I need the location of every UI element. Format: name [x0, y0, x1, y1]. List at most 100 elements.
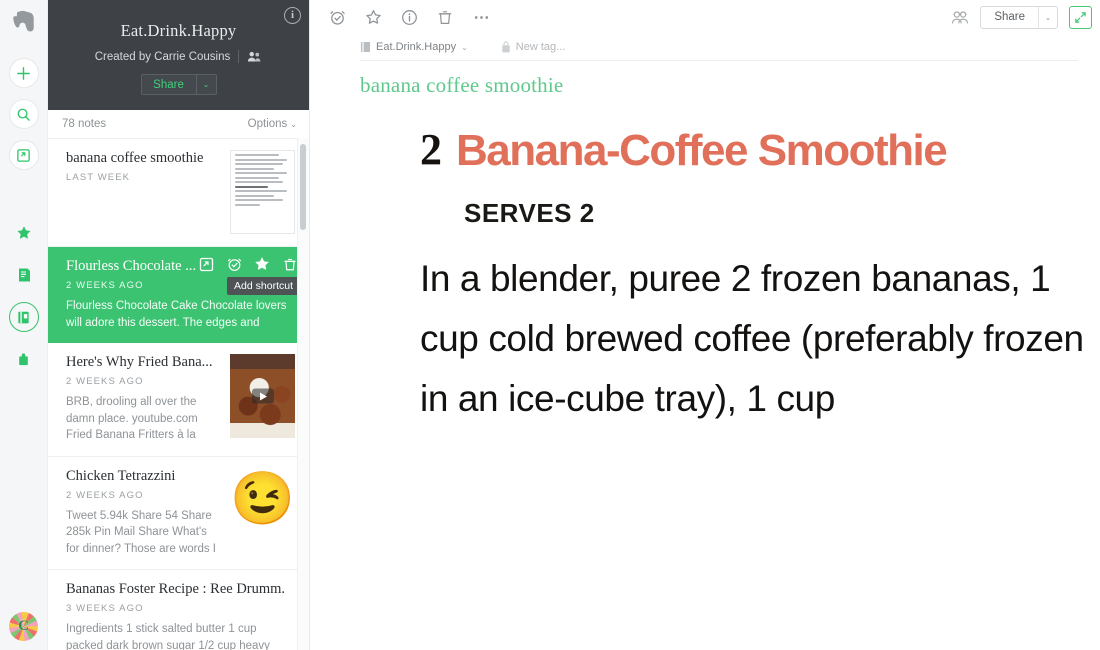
evernote-elephant-logo[interactable] — [9, 7, 39, 37]
notebook-share-button[interactable]: Share ⌄ — [140, 74, 217, 95]
note-snippet: BRB, drooling all over the damn place. y… — [66, 396, 198, 441]
note-list-scrollbar-track[interactable] — [297, 138, 309, 650]
note-title: Here's Why Fried Bana... — [66, 354, 213, 370]
note-meta-row: Eat.Drink.Happy ⌄ New tag... — [310, 34, 1100, 60]
info-button[interactable] — [400, 8, 418, 26]
search-button[interactable] — [8, 99, 39, 129]
list-item[interactable]: banana coffee smoothie LAST WEEK — [48, 138, 309, 247]
options-button[interactable]: Options ⌄ — [248, 118, 297, 130]
left-rail: C — [0, 0, 48, 650]
new-note-button[interactable] — [8, 58, 39, 88]
toolbar-right-group: Share ⌄ — [951, 5, 1092, 29]
notebook-name: Eat.Drink.Happy — [376, 41, 457, 53]
chevron-down-icon: ⌄ — [290, 119, 297, 129]
note-list-column: i Eat.Drink.Happy Created by Carrie Cous… — [48, 0, 310, 650]
list-item[interactable]: Here's Why Fried Bana... 2 WEEKS AGO BRB… — [48, 343, 309, 457]
reminder-button[interactable] — [328, 8, 346, 26]
note-date: 2 WEEKS AGO — [66, 489, 144, 501]
star-outline-icon — [365, 9, 381, 24]
tag-placeholder: New tag... — [515, 41, 566, 53]
note-list-scrollbar-thumb[interactable] — [300, 144, 306, 230]
note-thumbnail: 😉 — [230, 467, 295, 530]
alarm-clock-icon — [227, 258, 241, 271]
note-date: LAST WEEK — [66, 172, 131, 183]
recipe-heading: Banana-Coffee Smoothie — [456, 126, 948, 175]
people-icon[interactable] — [247, 51, 262, 63]
note-snippet: Tweet 5.94k Share 54 Share 285k Pin Mail… — [66, 509, 217, 555]
page-title[interactable]: banana coffee smoothie — [310, 61, 1100, 98]
notebook-selector[interactable]: Eat.Drink.Happy ⌄ — [360, 41, 468, 53]
user-avatar[interactable]: C — [9, 612, 38, 641]
sidebar-item-notebooks[interactable] — [8, 302, 39, 332]
note-title: Bananas Foster Recipe : Ree Drumm. — [66, 581, 286, 597]
note-actions — [198, 256, 298, 272]
note-snippet: Ingredients 1 stick salted butter 1 cup … — [66, 623, 270, 650]
notebook-icon — [360, 41, 371, 53]
expand-button[interactable] — [1069, 5, 1092, 29]
notebook-creator: Created by Carrie Cousins — [48, 50, 309, 63]
work-chat-icon — [952, 10, 969, 23]
search-icon — [17, 108, 30, 121]
info-circle-icon — [401, 9, 417, 25]
note-thumbnail — [230, 150, 295, 234]
sidebar-item-tags[interactable] — [9, 344, 39, 374]
info-icon[interactable]: i — [284, 7, 301, 24]
add-shortcut-action[interactable] — [254, 256, 270, 272]
note-thumbnail — [230, 354, 295, 438]
text-thumbnail — [231, 151, 294, 211]
notebook-share-label: Share — [153, 78, 184, 91]
notebook-header: i Eat.Drink.Happy Created by Carrie Cous… — [48, 0, 309, 110]
note-date: 2 WEEKS AGO — [66, 376, 144, 387]
favorite-button[interactable] — [364, 8, 382, 26]
clip-icon — [17, 148, 30, 162]
list-item[interactable]: Flourless Chocolate ... 2 WEEKS AGO Flou… — [48, 247, 309, 343]
recipe-instructions: In a blender, puree 2 frozen bananas, 1 … — [420, 258, 1084, 419]
open-in-new-window-action[interactable] — [198, 256, 214, 272]
star-icon — [255, 257, 269, 270]
notebook-creator-label: Created by Carrie Cousins — [94, 50, 231, 63]
note-editor-pane: Share ⌄ Eat.Drink.Happy ⌄ New tag... ban… — [310, 0, 1100, 650]
chevron-down-icon[interactable]: ⌄ — [1038, 6, 1057, 28]
add-shortcut-tooltip: Add shortcut — [227, 277, 300, 295]
trash-icon — [284, 258, 296, 270]
chevron-down-icon: ⌄ — [461, 42, 468, 52]
delete-button[interactable] — [436, 8, 454, 26]
expand-icon — [1075, 11, 1086, 23]
evernote-app-window: C i Eat.Drink.Happy Created by Carrie Co… — [0, 0, 1100, 650]
recipe-heading-row: 2 Banana-Coffee Smoothie — [420, 126, 1100, 176]
note-list-toolbar: 78 notes Options ⌄ — [48, 110, 309, 138]
divider — [238, 50, 240, 63]
plus-icon — [17, 66, 30, 80]
recipe-serves: SERVES 2 — [464, 198, 595, 228]
notebook-icon — [18, 311, 29, 323]
share-button[interactable]: Share ⌄ — [980, 5, 1058, 29]
recipe-number: 2 — [420, 125, 442, 174]
recipe-image: 2 Banana-Coffee Smoothie SERVES 2 In a b… — [310, 126, 1100, 429]
share-label: Share — [994, 10, 1025, 23]
ellipsis-icon — [474, 15, 488, 19]
star-icon — [17, 226, 30, 239]
add-tag-input[interactable]: New tag... — [501, 41, 566, 53]
tag-icon — [19, 353, 28, 365]
chevron-down-icon[interactable]: ⌄ — [195, 75, 216, 94]
tag-icon — [502, 41, 510, 53]
more-button[interactable] — [472, 8, 490, 26]
note-list-scroll-area[interactable]: banana coffee smoothie LAST WEEK Flourle… — [48, 138, 309, 650]
note-title: banana coffee smoothie — [66, 150, 204, 166]
reminder-action[interactable] — [226, 256, 242, 272]
note-snippet: Flourless Chocolate Cake Chocolate lover… — [66, 300, 287, 329]
alarm-clock-icon — [329, 10, 345, 25]
note-count-label: 78 notes — [62, 118, 107, 130]
sidebar-item-notes[interactable] — [9, 260, 39, 290]
note-content-area[interactable]: 2 Banana-Coffee Smoothie SERVES 2 In a b… — [310, 98, 1100, 650]
web-clipper-button[interactable] — [8, 140, 39, 170]
play-icon — [251, 388, 274, 404]
video-thumbnail-image — [230, 354, 295, 438]
note-toolbar: Share ⌄ — [310, 0, 1100, 34]
work-chat-button[interactable] — [951, 8, 969, 26]
trash-icon — [438, 10, 452, 24]
delete-action[interactable] — [282, 256, 298, 272]
list-item[interactable]: Bananas Foster Recipe : Ree Drumm. 3 WEE… — [48, 570, 309, 650]
sidebar-item-shortcuts[interactable] — [9, 218, 39, 248]
list-item[interactable]: Chicken Tetrazzini 2 WEEKS AGO Tweet 5.9… — [48, 456, 309, 570]
